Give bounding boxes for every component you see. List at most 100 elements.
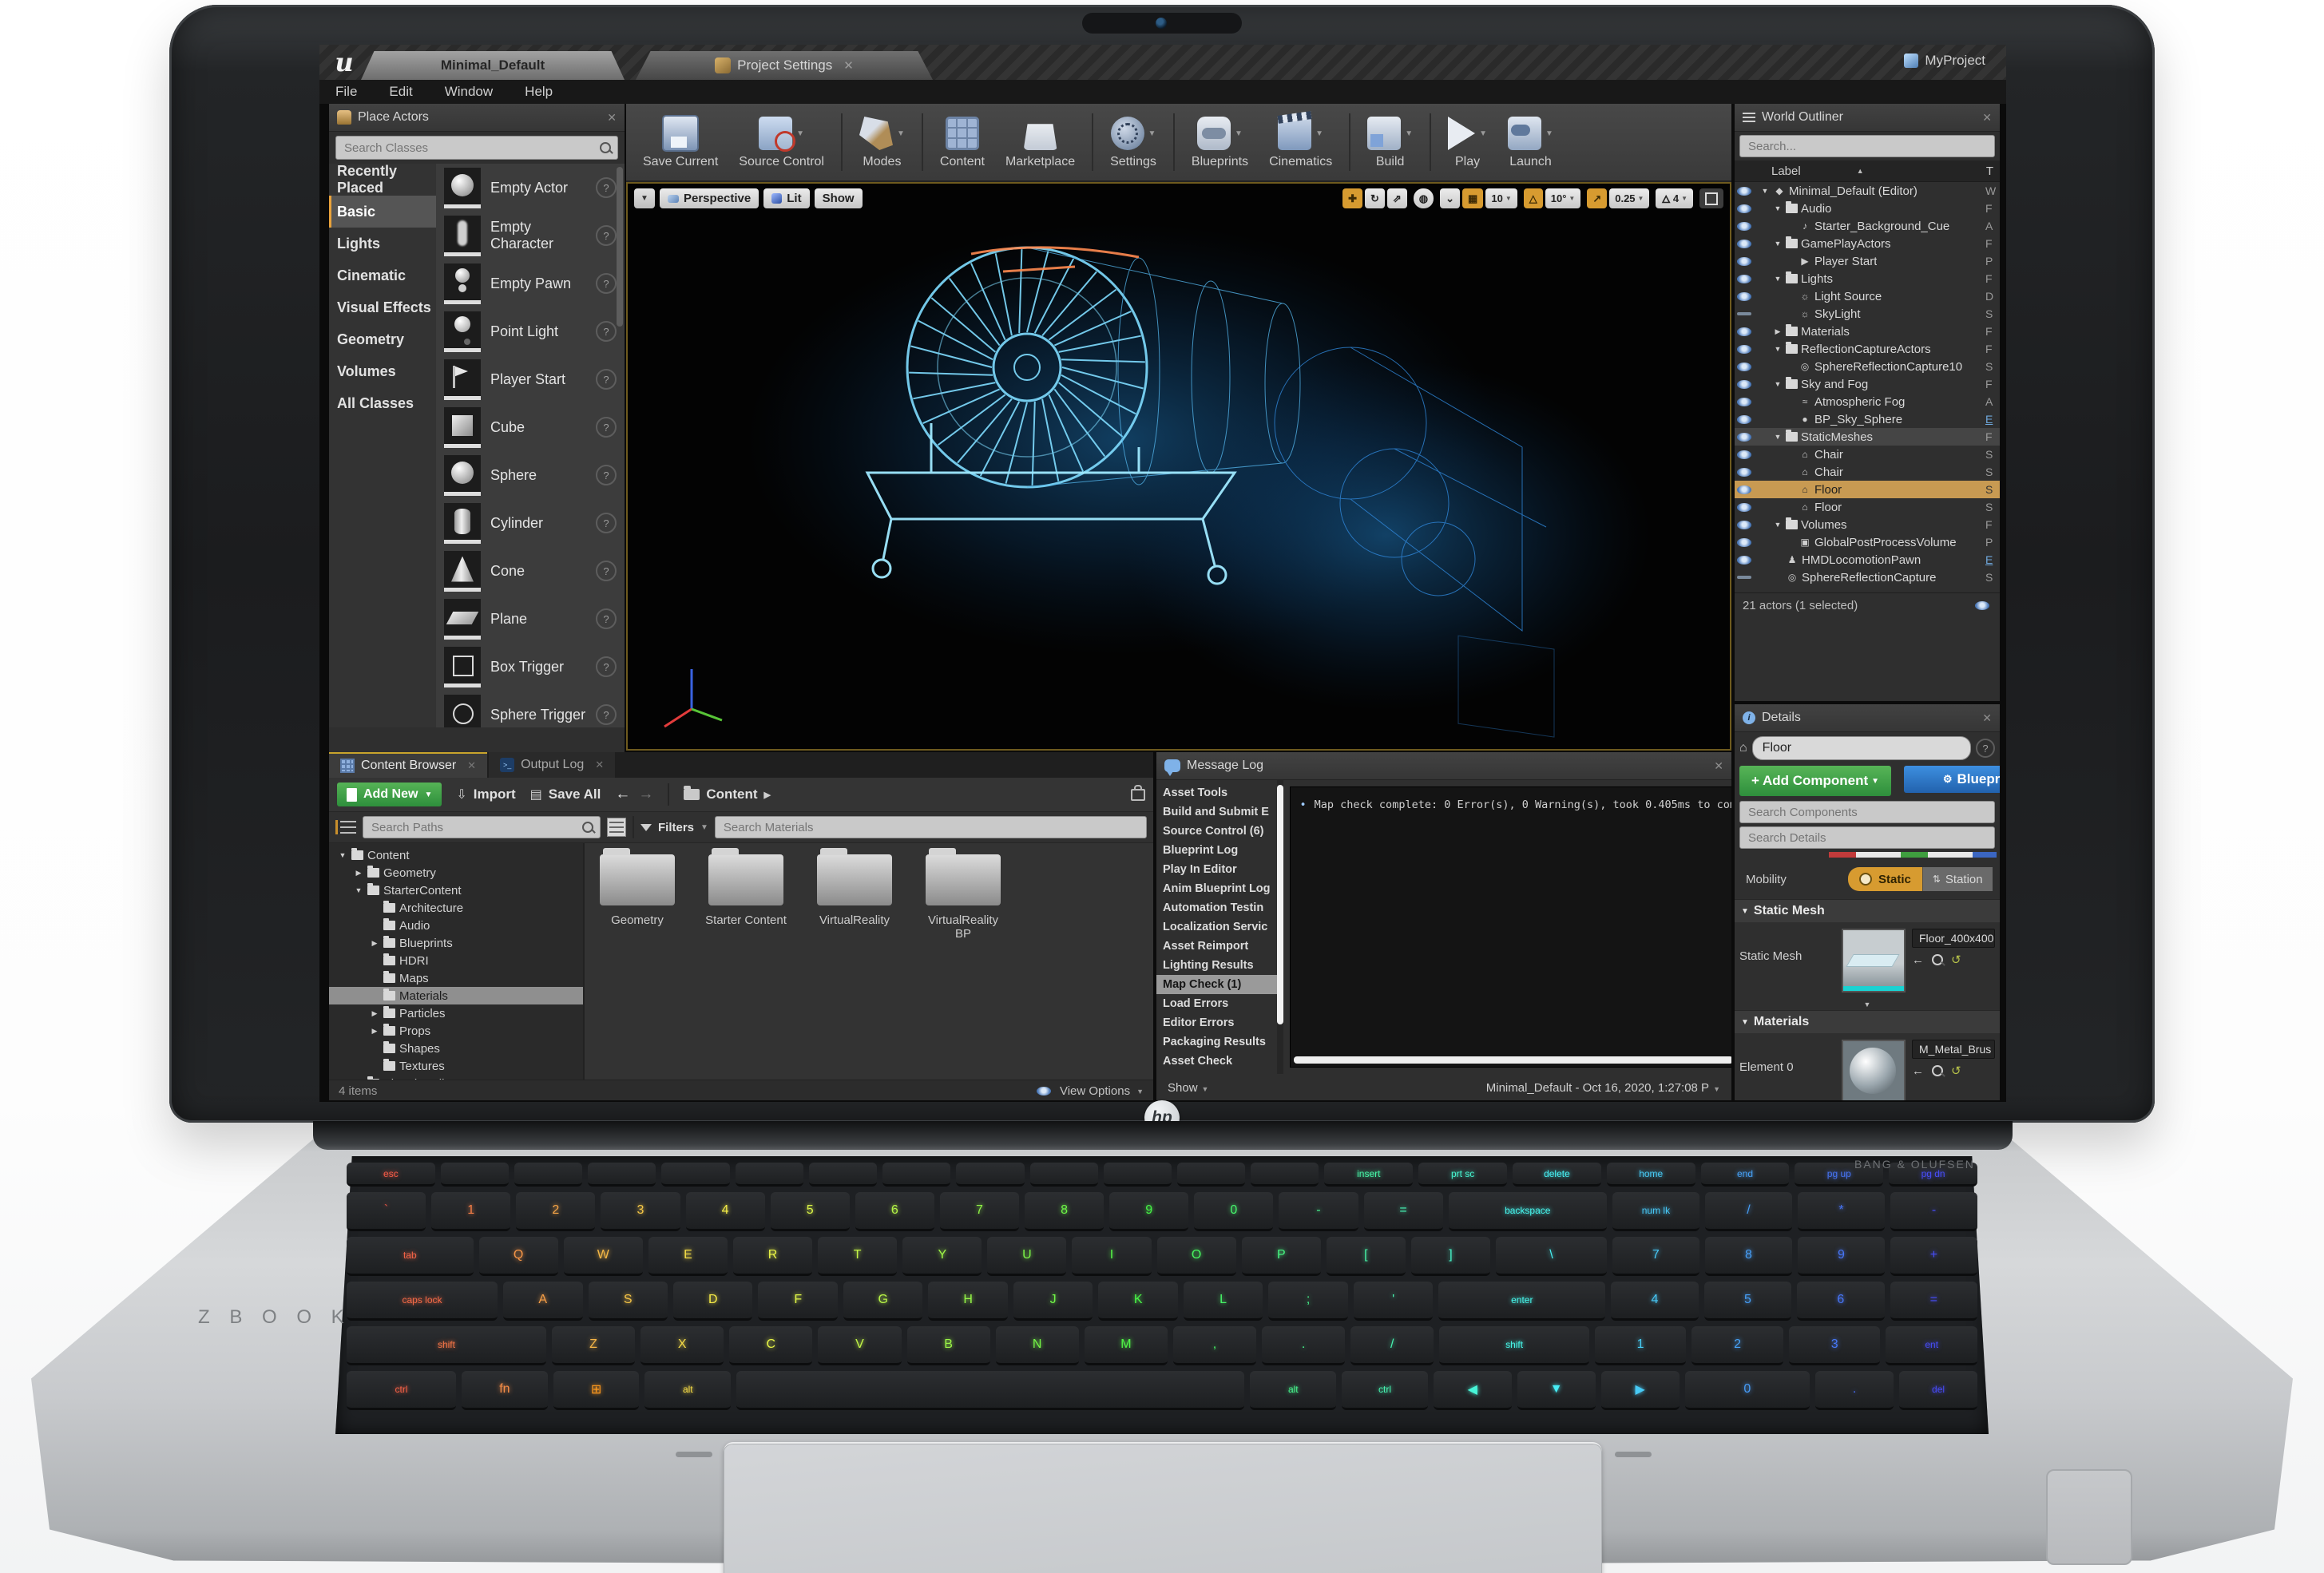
key-5[interactable]: 5 [770, 1192, 850, 1231]
category-cinematic[interactable]: Cinematic [329, 260, 436, 291]
tree-folder-hdri[interactable]: HDRI [329, 952, 583, 969]
tree-folder-geometry[interactable]: ▶ Geometry [329, 864, 583, 882]
log-category-editor-errors[interactable]: Editor Errors [1156, 1013, 1277, 1032]
log-category-build-and-submit-e[interactable]: Build and Submit E [1156, 802, 1277, 822]
search-classes-box[interactable] [335, 136, 618, 160]
place-item-point-light[interactable]: Point Light? [436, 307, 625, 355]
eye-icon[interactable] [1737, 502, 1751, 512]
outliner-row-bp-sky-sphere[interactable]: ● BP_Sky_Sphere E [1735, 410, 2000, 428]
expand-arrow-icon[interactable]: ▼ [1773, 521, 1783, 529]
key-=[interactable]: = [1890, 1282, 1978, 1321]
world-outliner-header[interactable]: World Outliner ✕ [1735, 104, 2000, 132]
key-7[interactable]: 7 [1612, 1237, 1699, 1276]
toolbar-cinematics-button[interactable]: ▼ Cinematics [1259, 112, 1342, 172]
log-category-source-control-6-[interactable]: Source Control (6) [1156, 822, 1277, 841]
place-item-player-start[interactable]: Player Start? [436, 355, 625, 403]
key-+[interactable]: + [1890, 1237, 1977, 1276]
key-shift[interactable]: shift [347, 1326, 546, 1365]
browse-icon[interactable] [1932, 1065, 1943, 1076]
toolbar-play-button[interactable]: ▼ Play [1438, 112, 1497, 172]
key-◀[interactable]: ◀ [1433, 1371, 1512, 1410]
key-ctrl[interactable]: ctrl [1342, 1371, 1428, 1410]
key-2[interactable]: 2 [516, 1192, 596, 1231]
expand-arrow-icon[interactable]: ▶ [370, 1027, 379, 1036]
key-enter[interactable]: enter [1438, 1282, 1606, 1321]
category-geometry[interactable]: Geometry [329, 323, 436, 355]
key--[interactable]: - [1279, 1192, 1358, 1231]
key-8[interactable]: 8 [1025, 1192, 1104, 1231]
key-`[interactable]: ` [347, 1192, 426, 1231]
outliner-row-gameplayactors[interactable]: ▼ GamePlayActors F [1735, 235, 2000, 252]
key-end[interactable]: end [1700, 1163, 1790, 1187]
key-delete[interactable]: delete [1513, 1163, 1601, 1187]
key-L[interactable]: L [1183, 1282, 1263, 1321]
tree-folder-audio[interactable]: Audio [329, 917, 583, 934]
key-alt[interactable]: alt [644, 1371, 732, 1410]
key-D[interactable]: D [672, 1282, 753, 1321]
toolbar-modes-button[interactable]: ▼ Modes [849, 112, 915, 172]
outliner-row-skylight[interactable]: ☼ SkyLight S [1735, 305, 2000, 323]
eye-icon[interactable] [1737, 485, 1751, 494]
key-blank[interactable] [661, 1163, 730, 1187]
key-blank[interactable] [1251, 1163, 1319, 1187]
actor-name-field[interactable] [1751, 736, 1971, 760]
outliner-row-chair[interactable]: ⌂ Chair S [1735, 446, 2000, 463]
key-0[interactable]: 0 [1194, 1192, 1274, 1231]
grid-snap-button[interactable]: ▦ [1462, 188, 1484, 208]
key-home[interactable]: home [1606, 1163, 1695, 1187]
eye-icon[interactable] [1737, 312, 1751, 315]
trackpad[interactable] [724, 1442, 1602, 1573]
eye-icon[interactable] [1737, 186, 1751, 196]
mobility-stationary-button[interactable]: ⇅ Station [1921, 867, 1993, 891]
filters-button[interactable]: Filters ▼ [640, 821, 708, 834]
key-.[interactable]: . [1815, 1371, 1894, 1410]
help-icon[interactable]: ? [596, 561, 617, 581]
eye-icon[interactable] [1737, 537, 1751, 547]
category-all-classes[interactable]: All Classes [329, 387, 436, 419]
category-volumes[interactable]: Volumes [329, 355, 436, 387]
help-icon[interactable]: ? [596, 513, 617, 533]
eye-icon[interactable] [1737, 274, 1751, 283]
key-4[interactable]: 4 [685, 1192, 765, 1231]
key-K[interactable]: K [1098, 1282, 1178, 1321]
scrollbar[interactable] [617, 167, 623, 327]
viewport-show-button[interactable]: Show [814, 188, 863, 208]
tree-folder-particles[interactable]: ▶ Particles [329, 1004, 583, 1022]
key-Y[interactable]: Y [902, 1237, 982, 1276]
key-J[interactable]: J [1013, 1282, 1093, 1321]
log-category-blueprint-log[interactable]: Blueprint Log [1156, 841, 1277, 860]
add-component-button[interactable]: + Add Component ▼ [1739, 766, 1891, 796]
log-category-localization-servic[interactable]: Localization Servic [1156, 917, 1277, 937]
expand-arrow-icon[interactable]: ▼ [1773, 204, 1783, 212]
search-classes-input[interactable] [343, 140, 600, 156]
place-item-plane[interactable]: Plane? [436, 595, 625, 643]
key-6[interactable]: 6 [1797, 1282, 1885, 1321]
key-1[interactable]: 1 [431, 1192, 511, 1231]
log-category-lighting-results[interactable]: Lighting Results [1156, 956, 1277, 975]
expand-arrow-icon[interactable]: ▼ [1773, 433, 1783, 441]
key-Q[interactable]: Q [478, 1237, 558, 1276]
log-category-asset-tools[interactable]: Asset Tools [1156, 783, 1277, 802]
materials-section-header[interactable]: ▼ Materials [1735, 1010, 2000, 1033]
key-shift[interactable]: shift [1439, 1326, 1589, 1365]
help-icon[interactable]: ? [596, 273, 617, 294]
key-;[interactable]: ; [1268, 1282, 1348, 1321]
toolbar-source-control-button[interactable]: ▼ Source Control [728, 112, 835, 172]
eye-icon[interactable] [1737, 204, 1751, 213]
key-▼[interactable]: ▼ [1517, 1371, 1596, 1410]
help-icon[interactable]: ? [596, 417, 617, 438]
chevron-down-icon[interactable]: ▼ [1315, 129, 1323, 138]
outliner-row-player-start[interactable]: ▶ Player Start P [1735, 252, 2000, 270]
key-2[interactable]: 2 [1691, 1326, 1783, 1365]
add-new-button[interactable]: Add New ▼ [337, 783, 442, 806]
expand-arrow-icon[interactable]: ▶ [354, 869, 363, 878]
key-1[interactable]: 1 [1594, 1326, 1687, 1365]
key-esc[interactable]: esc [347, 1163, 435, 1187]
viewport-lit-button[interactable]: Lit [763, 188, 810, 208]
tree-folder-materials[interactable]: Materials [329, 987, 583, 1004]
chevron-down-icon[interactable]: ▼ [1545, 129, 1553, 138]
saved-filters-icon[interactable] [607, 818, 626, 837]
key-3[interactable]: 3 [1788, 1326, 1881, 1365]
outliner-row-chair[interactable]: ⌂ Chair S [1735, 463, 2000, 481]
scale-tool-button[interactable]: ⇗ [1386, 188, 1407, 208]
